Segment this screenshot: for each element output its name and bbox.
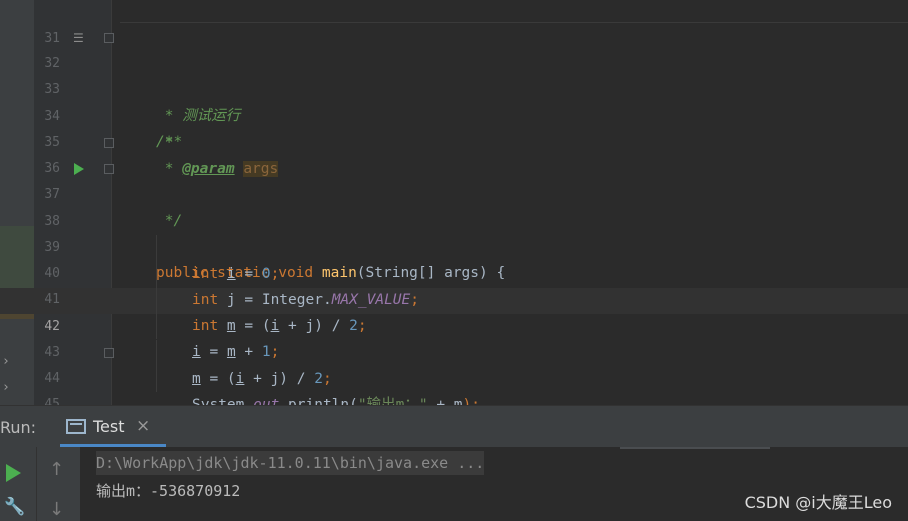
tab-test[interactable]: Test ×	[60, 406, 166, 448]
code-line[interactable]: 45 }	[0, 366, 908, 439]
run-tool-window-header: Run: Test ×	[0, 405, 908, 448]
run-secondary-toolbar: ↑ ↓	[36, 447, 80, 521]
code-line[interactable]: 31	[0, 0, 908, 46]
run-main-icon[interactable]	[74, 163, 84, 175]
console-output-line: 输出m：-536870912	[96, 482, 241, 500]
code-line[interactable]: 37 public static void main(String[] args…	[0, 156, 908, 281]
fold-icon[interactable]	[104, 348, 114, 358]
code-line-current[interactable]: 42 m = (i + j) / 2;	[0, 288, 908, 387]
wrench-icon[interactable]: 🔧	[4, 497, 25, 517]
code-line[interactable]: 43 System.out.println("输出m：" + m);	[0, 314, 908, 413]
code-line[interactable]: 35 * @param args	[0, 104, 908, 177]
run-label: Run:	[0, 418, 37, 437]
arrow-down-icon[interactable]: ↓	[49, 499, 64, 520]
method-separator-icon[interactable]: ☰	[73, 32, 84, 44]
arrow-up-icon[interactable]: ↑	[49, 459, 64, 480]
code-line[interactable]: 39 int j = Integer.MAX_VALUE;	[0, 209, 908, 308]
code-line[interactable]: 44 }	[0, 340, 908, 439]
code-line[interactable]: 34 *	[0, 78, 908, 151]
fold-icon[interactable]	[104, 164, 114, 174]
rerun-icon[interactable]	[6, 464, 21, 482]
run-toolbar: 🔧	[0, 447, 36, 521]
code-line[interactable]: 36 */	[0, 130, 908, 229]
code-line[interactable]: 38 int i = 0;	[0, 183, 908, 282]
close-icon[interactable]: ×	[136, 416, 150, 436]
code-line[interactable]: 41 i = m + 1;	[0, 261, 908, 360]
watermark: CSDN @i大魔王Leo	[744, 493, 892, 512]
fold-icon[interactable]	[104, 138, 114, 148]
console-icon	[66, 419, 86, 434]
code-line[interactable]: 32 ☰ /**	[0, 25, 908, 150]
console-command-line[interactable]: D:\WorkApp\jdk\jdk-11.0.11\bin\java.exe …	[96, 451, 485, 475]
code-line[interactable]: 33 * 测试运行	[0, 51, 908, 124]
code-line[interactable]: 40 int m = (i + j) / 2;	[0, 235, 908, 334]
fold-icon[interactable]	[104, 33, 114, 43]
